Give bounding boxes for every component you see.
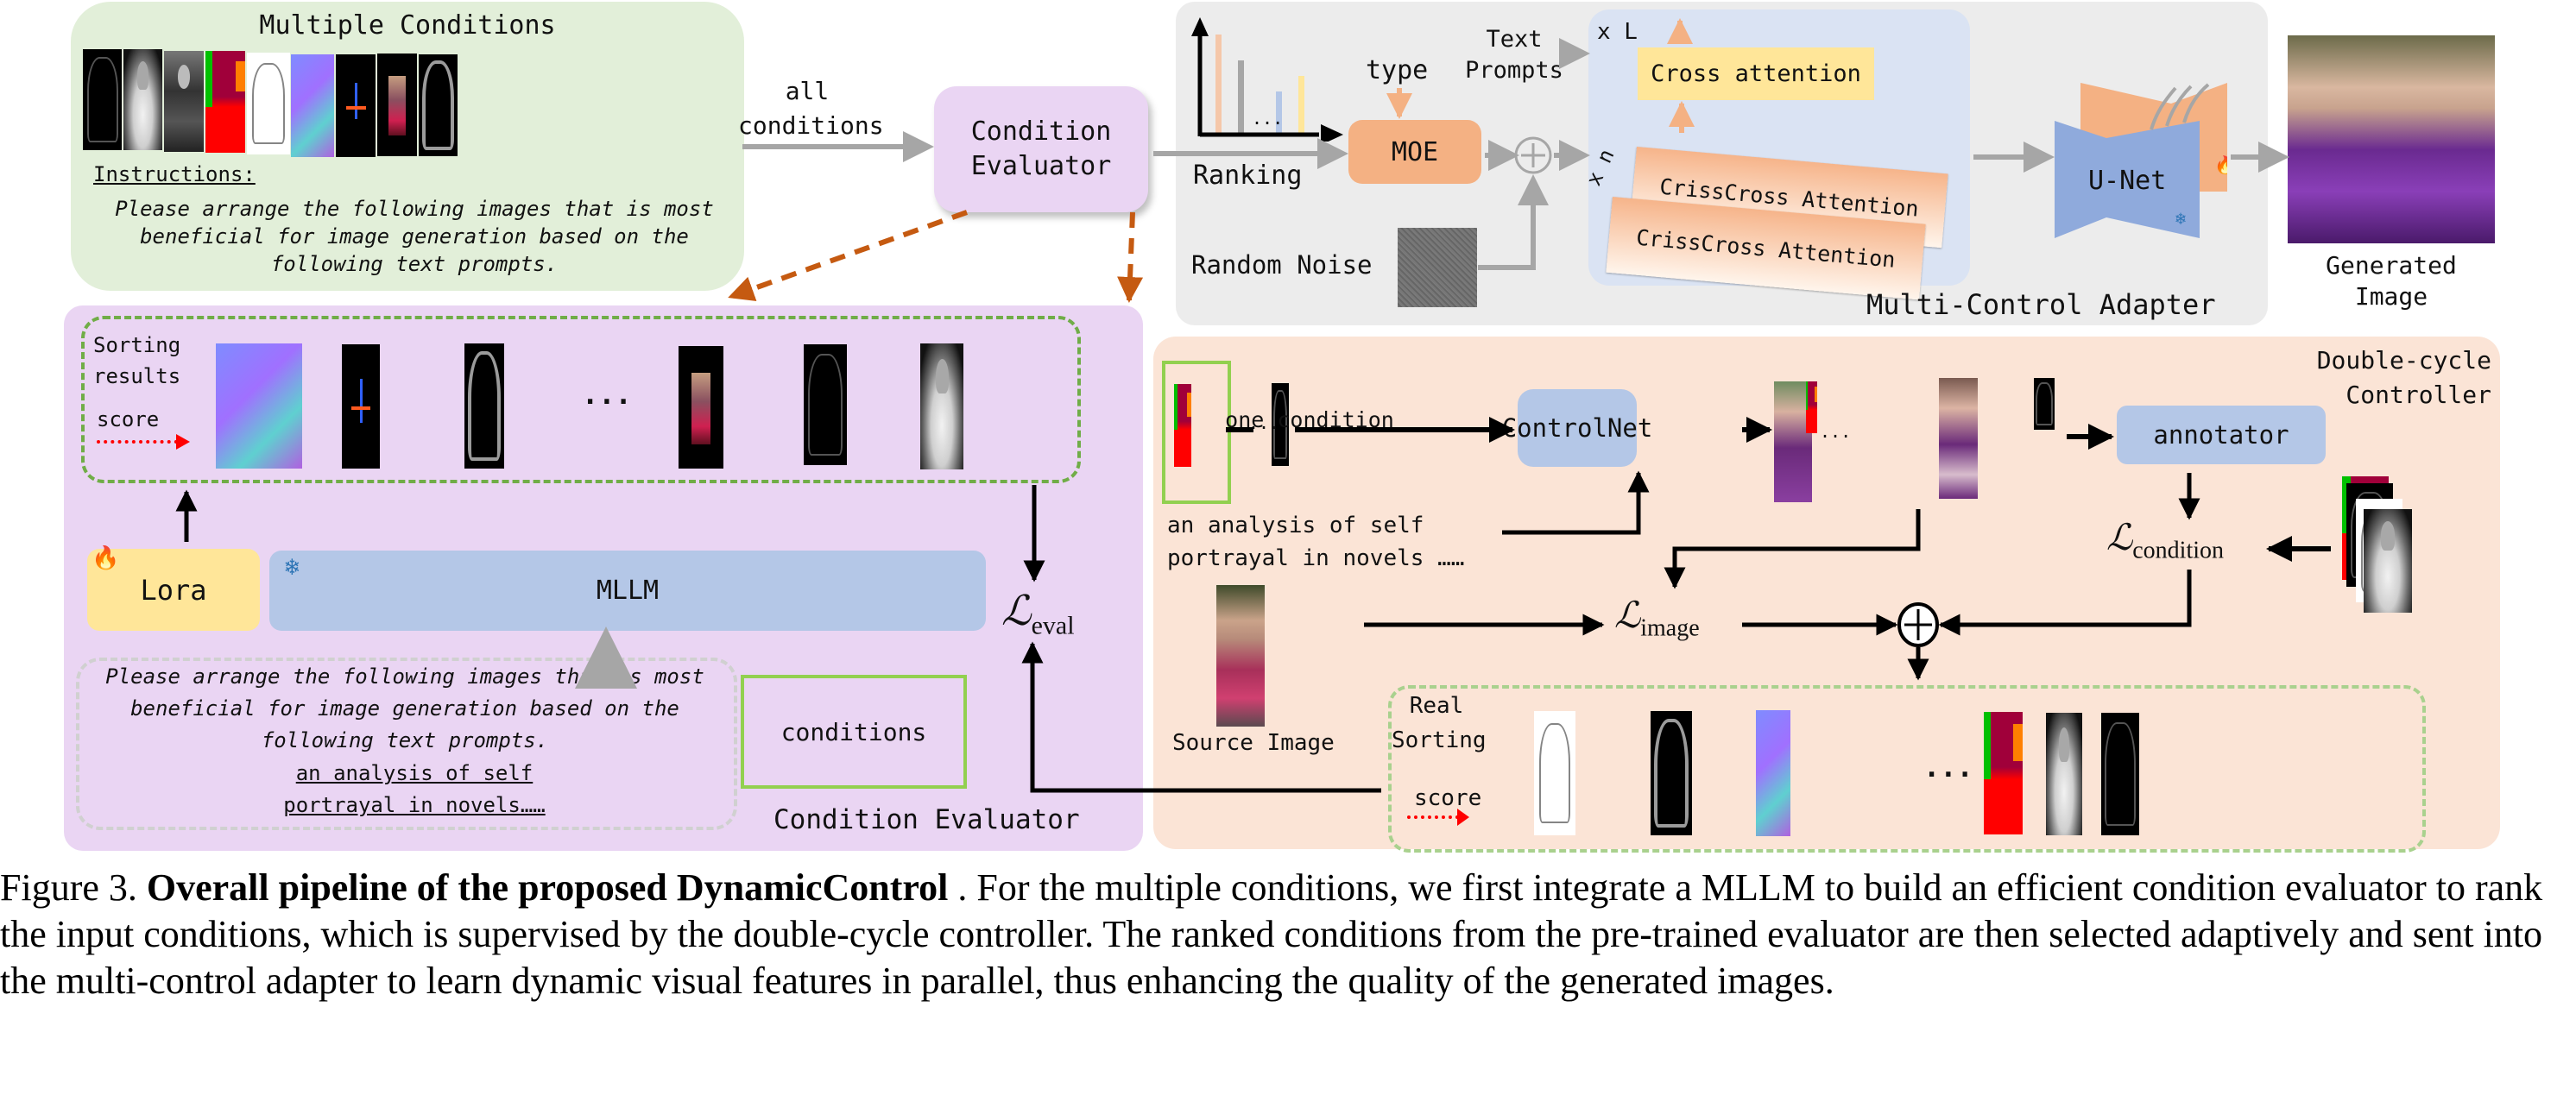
outputs-ellipsis: ...	[1820, 421, 1852, 442]
figure-label: Figure 3.	[0, 866, 137, 909]
score-arrow	[97, 440, 178, 444]
real-thumb-hed	[1651, 711, 1692, 835]
sorted-thumb-openpose	[342, 344, 380, 469]
real-thumb-segmentation	[1984, 712, 2023, 834]
unet-label: U-Net	[2088, 166, 2167, 196]
annotator-label: annotator	[2153, 420, 2289, 450]
generated-image-label: Generated Image	[2326, 251, 2457, 311]
fire-icon: 🔥	[2214, 154, 2227, 175]
ranking-bar	[1238, 60, 1244, 133]
annotator-box: annotator	[2117, 406, 2326, 464]
snowflake-icon: ❄	[285, 552, 300, 581]
condition-evaluator-button[interactable]: Condition Evaluator	[934, 86, 1148, 212]
moe-box: MOE	[1348, 120, 1481, 184]
score-arrowhead	[176, 434, 190, 450]
random-noise-label: Random Noise	[1191, 250, 1373, 280]
real-thumb-canny	[2101, 713, 2139, 835]
mllm-label: MLLM	[596, 576, 660, 606]
controlnet-output-2-condition	[2034, 378, 2055, 430]
condition-thumb-grayscale	[164, 51, 204, 152]
prompt-example: an analysis of self portrayal in novels……	[283, 761, 546, 817]
cross-attention-label: Cross attention	[1651, 60, 1861, 87]
crisscross-attention-label-2: CrissCross Attention	[1635, 224, 1897, 273]
condition-thumb-sketch	[247, 53, 290, 154]
controlnet-output-2	[1939, 378, 1978, 499]
multi-control-adapter-title: Multi-Control Adapter	[1866, 288, 2216, 321]
instructions-label: Instructions:	[93, 162, 256, 186]
ranking-label: Ranking	[1193, 161, 1303, 191]
ranking-x-arrowhead	[1321, 124, 1343, 142]
prompt-text: Please arrange the following images that…	[105, 664, 704, 752]
source-image-label: Source Image	[1172, 730, 1335, 756]
sorted-thumb-photo	[679, 346, 723, 469]
loss-condition: ℒcondition	[2106, 519, 2225, 564]
loss-eval: ℒeval	[1001, 589, 1075, 640]
controller-text-prompt: an analysis of self portrayal in novels …	[1167, 513, 1465, 571]
condition-evaluator-label: Condition Evaluator	[970, 116, 1112, 181]
sorted-thumb-depth	[920, 343, 963, 469]
ranking-bar	[1298, 76, 1304, 133]
double-cycle-controller-title: Double-cycle Controller	[2316, 346, 2491, 409]
sorted-thumb-canny	[804, 344, 847, 465]
dashed-arrow-evaluator-left	[728, 210, 969, 302]
multiple-conditions-title: Multiple Conditions	[259, 10, 556, 41]
condition-evaluator-title: Condition Evaluator	[773, 804, 1080, 835]
controlnet-label: ControlNet	[1501, 413, 1653, 443]
condition-thumb-canny	[83, 49, 122, 150]
condition-thumb-photo	[377, 54, 417, 156]
unet-diagram: 🔥 ❄	[2055, 83, 2227, 238]
controlnet-box: ControlNet	[1502, 389, 1652, 467]
real-thumb-normal	[1756, 710, 1790, 836]
source-image	[1216, 585, 1265, 727]
sorted-thumb-normal	[216, 343, 302, 469]
real-thumb-sketch	[1534, 711, 1575, 835]
sorting-results-label: Sorting results	[93, 333, 181, 388]
snowflake-icon: ❄	[2175, 208, 2186, 229]
condition-thumb-hed	[419, 54, 458, 156]
condition-thumb-normal	[291, 54, 334, 157]
moe-label: MOE	[1391, 136, 1439, 167]
cross-attention-box: Cross attention	[1638, 47, 1874, 100]
condition-thumb-depth	[123, 49, 162, 150]
conditions-label: conditions	[780, 717, 927, 746]
sorted-ellipsis: ...	[582, 378, 632, 411]
conditions-box: conditions	[741, 675, 967, 789]
sorted-thumb-hed	[464, 343, 504, 469]
real-thumb-depth	[2046, 713, 2082, 835]
mllm-box: MLLM	[269, 551, 986, 631]
figure-title: Overall pipeline of the proposed Dynamic…	[146, 866, 949, 909]
random-noise-image	[1398, 228, 1477, 307]
selected-thumb-segmentation	[1174, 384, 1191, 467]
ranking-bar-chart: ...	[1191, 17, 1343, 142]
controlnet-output-1-condition	[1806, 381, 1817, 433]
instructions-text: Please arrange the following images that…	[115, 197, 714, 276]
times-l-label: x L	[1597, 19, 1638, 45]
real-score-arrow	[1407, 815, 1459, 819]
ranking-y-arrowhead	[1191, 17, 1209, 36]
loss-image: ℒimage	[1614, 596, 1700, 642]
one-condition-label: one condition	[1225, 407, 1394, 432]
score-label: score	[97, 407, 160, 431]
real-score-label: score	[1414, 785, 1482, 811]
ranking-bar	[1215, 35, 1222, 133]
real-ellipsis: ...	[1923, 751, 1973, 784]
figure-caption: Figure 3. Overall pipeline of the propos…	[0, 865, 2576, 1004]
condition-thumb-openpose	[336, 54, 376, 157]
generated-image	[2288, 35, 2495, 243]
dashed-arrow-evaluator-down	[1117, 211, 1144, 303]
real-sorting-label: Real Sorting	[1392, 693, 1487, 753]
text-prompts-label: Text Prompts	[1465, 26, 1563, 84]
fire-icon: 🔥	[92, 545, 120, 571]
type-label: type	[1366, 55, 1429, 85]
gt-condition-depth	[2364, 509, 2412, 613]
lora-label: Lora	[140, 573, 207, 607]
condition-thumb-segmentation	[205, 51, 245, 153]
real-score-arrowhead	[1457, 809, 1469, 826]
ranking-ellipsis: ...	[1252, 108, 1283, 129]
all-conditions-label: all conditions	[738, 77, 884, 140]
